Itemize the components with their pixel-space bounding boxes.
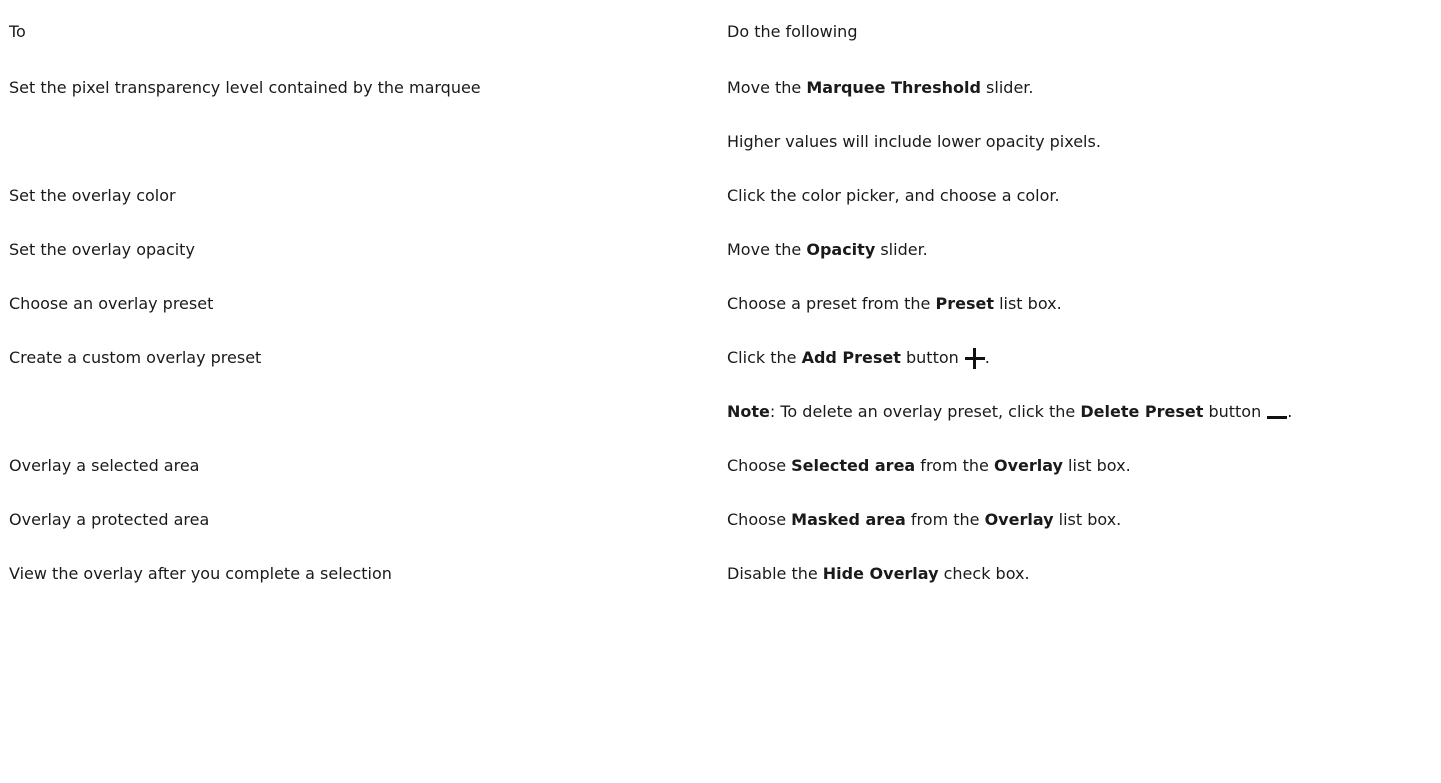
instruction-text: Choose a preset from the	[727, 294, 936, 313]
instruction-text: button	[900, 348, 959, 367]
note-text: .	[1287, 402, 1293, 421]
instruction-text: list box.	[993, 294, 1062, 313]
instruction-text: from the	[915, 456, 994, 475]
instruction-text: slider.	[875, 240, 928, 259]
instruction-extra: Higher values will include lower opacity…	[727, 132, 1101, 151]
instruction-text: Move the	[727, 240, 807, 259]
instruction-text: check box.	[938, 564, 1030, 583]
instruction-text: list box.	[1053, 510, 1122, 529]
row-instruction: Click the Add Preset button. Note: To de…	[727, 348, 1441, 422]
instruction-text: Move the	[727, 78, 807, 97]
note-text: button	[1203, 402, 1262, 421]
instruction-text: slider.	[980, 78, 1034, 97]
header-do-the-following: Do the following	[727, 22, 858, 41]
row-action: Overlay a protected area	[9, 510, 210, 529]
row-instruction: Choose Selected area from the Overlay li…	[727, 456, 1441, 476]
row-action: View the overlay after you complete a se…	[9, 564, 392, 583]
instruction-text: from the	[905, 510, 985, 529]
row-instruction: Click the color picker, and choose a col…	[727, 186, 1060, 205]
row-instruction: Disable the Hide Overlay check box.	[727, 564, 1441, 584]
plus-icon	[964, 348, 985, 369]
instruction-text: Choose	[727, 510, 792, 529]
instruction-text: Click the	[727, 348, 802, 367]
table-header: To Do the following	[9, 22, 1441, 78]
instruction-text: Disable the	[727, 564, 823, 583]
ui-term-overlay: Overlay	[993, 456, 1063, 475]
row-instruction: Choose Masked area from the Overlay list…	[727, 510, 1441, 530]
minus-icon	[1267, 402, 1288, 422]
instruction-text: Choose	[727, 456, 792, 475]
row-action: Set the overlay opacity	[9, 240, 195, 259]
ui-term-preset: Preset	[935, 294, 994, 313]
instruction-text: list box.	[1062, 456, 1131, 475]
ui-term-selected-area: Selected area	[791, 456, 916, 475]
row-instruction: Move the Marquee Threshold slider. Highe…	[727, 78, 1441, 152]
ui-term-marquee-threshold: Marquee Threshold	[806, 78, 981, 97]
ui-term-overlay: Overlay	[984, 510, 1054, 529]
note-label: Note	[727, 402, 770, 421]
header-to: To	[9, 22, 26, 41]
ui-term-add-preset: Add Preset	[801, 348, 901, 367]
row-action: Create a custom overlay preset	[9, 348, 262, 367]
ui-term-opacity: Opacity	[806, 240, 876, 259]
note-text: : To delete an overlay preset, click the	[769, 402, 1081, 421]
row-action: Set the overlay color	[9, 186, 176, 205]
instruction-text: .	[984, 348, 990, 367]
row-instruction: Move the Opacity slider.	[727, 240, 1441, 260]
row-action: Choose an overlay preset	[9, 294, 214, 313]
ui-term-hide-overlay: Hide Overlay	[822, 564, 939, 583]
row-action: Set the pixel transparency level contain…	[9, 78, 481, 97]
ui-term-masked-area: Masked area	[791, 510, 906, 529]
row-action: Overlay a selected area	[9, 456, 200, 475]
instruction-table: To Do the following Set the pixel transp…	[9, 0, 1441, 583]
ui-term-delete-preset: Delete Preset	[1080, 402, 1204, 421]
row-instruction: Choose a preset from the Preset list box…	[727, 294, 1441, 314]
